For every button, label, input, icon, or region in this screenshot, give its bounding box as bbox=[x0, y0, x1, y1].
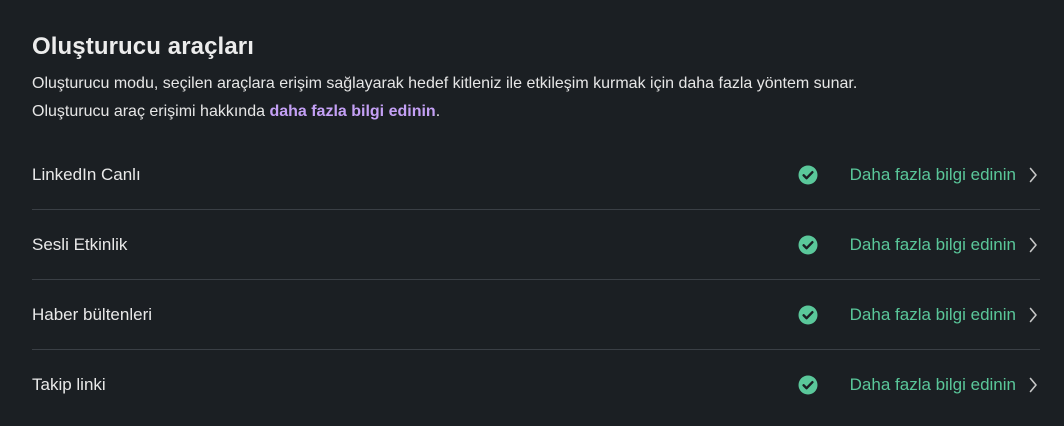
check-circle-icon bbox=[798, 235, 818, 255]
tool-row-follow-link[interactable]: Takip linki Daha fazla bilgi edinin bbox=[32, 350, 1040, 420]
tools-list: LinkedIn Canlı Daha fazla bilgi edinin S… bbox=[32, 140, 1040, 420]
learn-more-text[interactable]: Daha fazla bilgi edinin bbox=[850, 235, 1016, 255]
section-description: Oluşturucu modu, seçilen araçlara erişim… bbox=[32, 70, 1040, 126]
learn-more-text[interactable]: Daha fazla bilgi edinin bbox=[850, 305, 1016, 325]
creator-tools-card: Oluşturucu araçları Oluşturucu modu, seç… bbox=[0, 0, 1064, 426]
tool-row-audio-event[interactable]: Sesli Etkinlik Daha fazla bilgi edinin bbox=[32, 210, 1040, 280]
description-line-1: Oluşturucu modu, seçilen araçlara erişim… bbox=[32, 75, 858, 92]
description-suffix: . bbox=[435, 103, 441, 120]
chevron-right-icon bbox=[1028, 307, 1038, 323]
tool-label: Haber bültenleri bbox=[32, 304, 153, 324]
tool-label: LinkedIn Canlı bbox=[32, 164, 141, 184]
tool-row-linkedin-live[interactable]: LinkedIn Canlı Daha fazla bilgi edinin bbox=[32, 140, 1040, 210]
chevron-right-icon bbox=[1028, 167, 1038, 183]
tool-status: Daha fazla bilgi edinin bbox=[798, 165, 1040, 185]
tool-status: Daha fazla bilgi edinin bbox=[798, 305, 1040, 325]
check-circle-icon bbox=[798, 305, 818, 325]
tool-status: Daha fazla bilgi edinin bbox=[798, 375, 1040, 395]
tool-label: Takip linki bbox=[32, 375, 106, 394]
learn-more-text[interactable]: Daha fazla bilgi edinin bbox=[850, 375, 1016, 395]
chevron-right-icon bbox=[1028, 237, 1038, 253]
header-section: Oluşturucu araçları Oluşturucu modu, seç… bbox=[32, 30, 1040, 126]
learn-more-link[interactable]: daha fazla bilgi edinin bbox=[269, 103, 435, 120]
description-line-2: Oluşturucu araç erişimi hakkında daha fa… bbox=[32, 98, 1040, 126]
learn-more-text[interactable]: Daha fazla bilgi edinin bbox=[850, 165, 1016, 185]
check-circle-icon bbox=[798, 165, 818, 185]
tool-label: Sesli Etkinlik bbox=[32, 234, 128, 254]
tool-status: Daha fazla bilgi edinin bbox=[798, 235, 1040, 255]
section-title: Oluşturucu araçları bbox=[32, 33, 254, 60]
check-circle-icon bbox=[798, 375, 818, 395]
description-prefix: Oluşturucu araç erişimi hakkında bbox=[32, 103, 270, 120]
tool-row-newsletters[interactable]: Haber bültenleri Daha fazla bilgi edinin bbox=[32, 280, 1040, 350]
chevron-right-icon bbox=[1028, 377, 1038, 393]
